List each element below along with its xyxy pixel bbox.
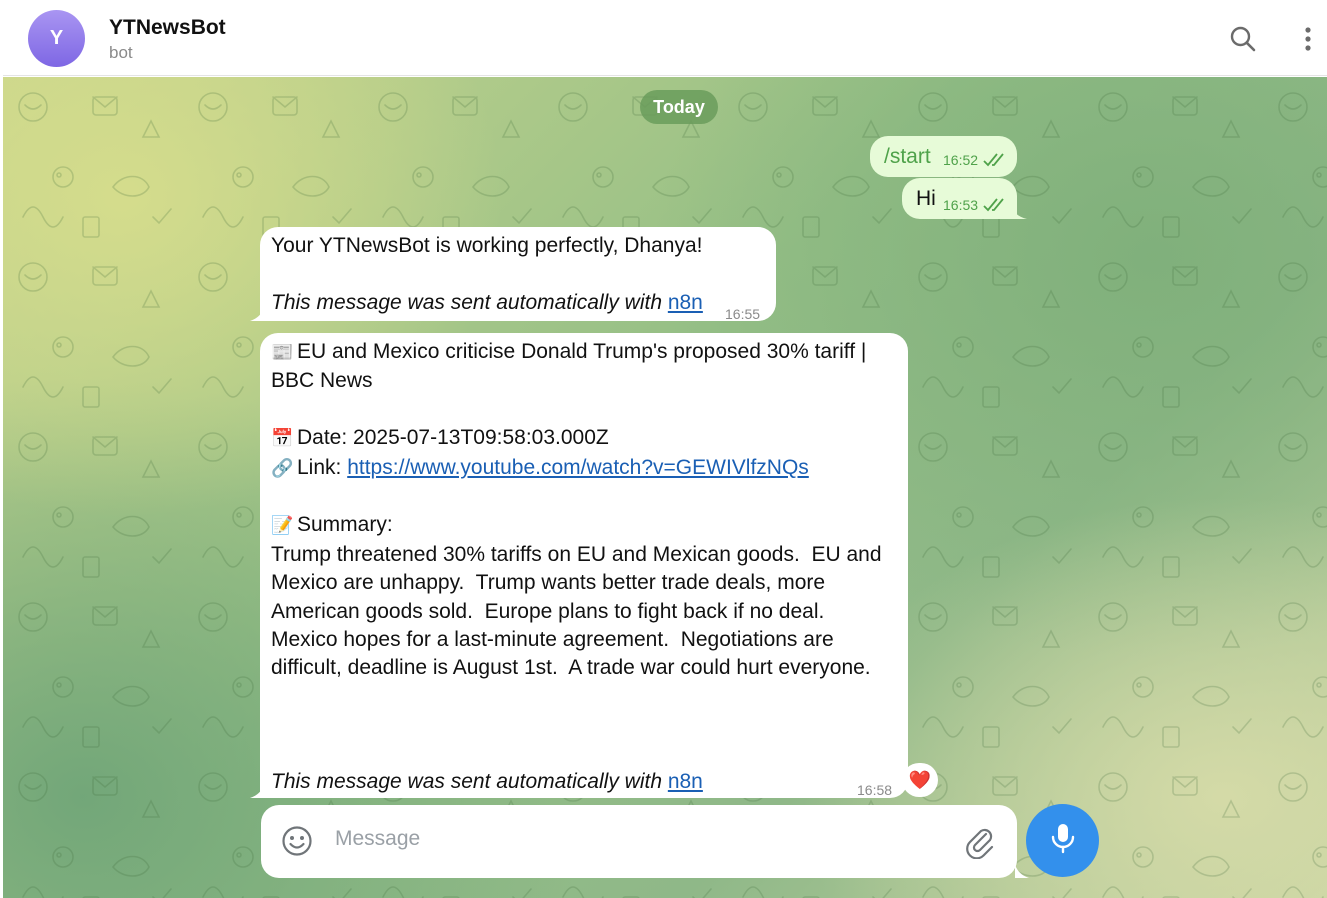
- bubble-tail: [250, 784, 264, 798]
- summary-line: Trump threatened 30% tariffs on EU and M…: [271, 542, 882, 566]
- chat-area[interactable]: Today /start 16:52 Hi 16:53 Your YTNewsB…: [3, 77, 1327, 898]
- message-time: 16:53: [943, 197, 979, 213]
- outgoing-message[interactable]: Hi 16:53: [902, 178, 1017, 219]
- link-icon: 🔗: [271, 457, 294, 479]
- newspaper-icon: 📰: [271, 342, 294, 363]
- composer-tail: [1015, 864, 1029, 878]
- date-label: Date:: [297, 426, 354, 450]
- emoji-icon[interactable]: [281, 825, 313, 862]
- message-text: Your YTNewsBot is working perfectly, Dha…: [271, 234, 703, 257]
- microphone-button[interactable]: [1026, 804, 1099, 877]
- youtube-link[interactable]: https://www.youtube.com/watch?v=GEWIVlfz…: [347, 456, 809, 479]
- summary-line: difficult, deadline is August 1st. A tra…: [271, 656, 871, 680]
- message-body[interactable]: 📰 EU and Mexico criticise Donald Trump's …: [271, 338, 882, 797]
- incoming-message[interactable]: Your YTNewsBot is working perfectly, Dha…: [260, 227, 776, 322]
- message-text[interactable]: Hi: [916, 187, 936, 211]
- summary-line: Mexico are unhappy. Trump wants better t…: [271, 571, 826, 595]
- message-composer: [261, 805, 1017, 878]
- memo-icon: 📝: [271, 515, 294, 537]
- chat-subtitle: bot: [109, 43, 133, 62]
- heart-reaction[interactable]: ❤️: [902, 763, 938, 797]
- telegram-app: Y YTNewsBot bot Today /start 16:52 Hi 16…: [0, 0, 1327, 898]
- double-check-icon: [983, 153, 1004, 167]
- incoming-message[interactable]: 📰 EU and Mexico criticise Donald Trump's …: [260, 333, 908, 798]
- message-body[interactable]: Your YTNewsBot is working perfectly, Dha…: [271, 232, 703, 317]
- link-label: Link:: [297, 455, 348, 479]
- n8n-link[interactable]: n8n: [668, 770, 703, 793]
- double-check-icon: [983, 198, 1004, 212]
- avatar[interactable]: Y: [28, 10, 85, 67]
- video-title: EU and Mexico criticise Donald Trump's p…: [297, 340, 867, 363]
- message-text[interactable]: /start: [884, 145, 931, 169]
- search-icon[interactable]: [1228, 24, 1258, 54]
- paperclip-icon[interactable]: [964, 825, 996, 864]
- microphone-icon: [1050, 822, 1076, 859]
- calendar-icon: 📅: [271, 428, 294, 450]
- message-time: 16:52: [943, 152, 979, 168]
- message-time: 16:55: [725, 306, 761, 322]
- bubble-tail: [250, 307, 264, 321]
- message-time: 16:58: [857, 782, 893, 798]
- video-title-cont: BBC News: [271, 369, 373, 393]
- bubble-tail: [1011, 205, 1027, 219]
- automation-footer: This message was sent automatically with: [271, 290, 668, 314]
- more-vertical-icon[interactable]: [1293, 24, 1323, 54]
- summary-line: American goods sold. Europe plans to fig…: [271, 599, 825, 623]
- heart-icon: ❤️: [908, 769, 932, 791]
- message-input[interactable]: [335, 827, 935, 851]
- summary-line: Mexico hopes for a last-minute agreement…: [271, 628, 834, 652]
- outgoing-message[interactable]: /start 16:52: [870, 136, 1017, 177]
- summary-label: Summary:: [297, 513, 393, 537]
- chat-header: Y YTNewsBot bot: [3, 2, 1327, 76]
- chat-title[interactable]: YTNewsBot: [109, 16, 226, 40]
- date-value: 2025-07-13T09:58:03.000Z: [353, 426, 609, 450]
- automation-footer: This message was sent automatically with: [271, 770, 668, 794]
- date-separator: Today: [640, 90, 718, 124]
- n8n-link[interactable]: n8n: [668, 291, 703, 314]
